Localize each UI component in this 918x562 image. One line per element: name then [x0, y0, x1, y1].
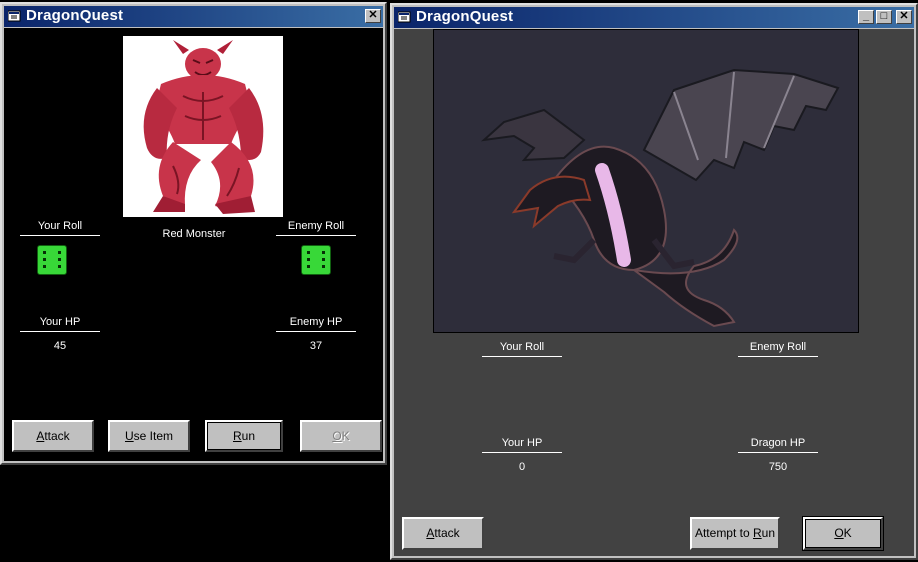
title-bar[interactable]: DragonQuest ✕ — [4, 6, 383, 27]
title-bar[interactable]: DragonQuest _ □ ✕ — [394, 7, 914, 28]
battle-window-right: DragonQuest _ □ ✕ Your Roll Enemy Roll Y… — [390, 3, 918, 560]
attack-button[interactable]: Attack — [402, 517, 484, 550]
run-button[interactable]: Run — [204, 419, 284, 453]
your-hp-value: 0 — [518, 461, 526, 473]
use-item-button[interactable]: Use Item — [108, 420, 190, 452]
battle-window-left: DragonQuest ✕ Your Roll Red Monster Enem… — [0, 2, 387, 465]
dragon-hp-label: Dragon HP — [750, 437, 806, 449]
window-title: DragonQuest — [416, 8, 514, 25]
divider — [738, 452, 818, 453]
monster-name-label: Red Monster — [162, 228, 226, 240]
dragon-hp-value: 750 — [768, 461, 788, 473]
close-icon[interactable]: ✕ — [365, 9, 381, 23]
enemy-roll-label: Enemy Roll — [287, 220, 345, 232]
client-area: Your Roll Enemy Roll Your HP Dragon HP 0… — [394, 29, 914, 556]
app-icon — [398, 11, 411, 23]
divider — [276, 331, 356, 332]
dragon-image — [433, 29, 859, 333]
ok-button[interactable]: OK — [300, 420, 382, 452]
minimize-icon[interactable]: _ — [858, 10, 874, 24]
close-icon[interactable]: ✕ — [896, 10, 912, 24]
window-title: DragonQuest — [26, 7, 124, 24]
your-hp-value: 45 — [53, 340, 67, 352]
maximize-icon[interactable]: □ — [876, 10, 892, 24]
die-icon — [301, 245, 331, 275]
divider — [20, 235, 100, 236]
monster-image — [123, 36, 283, 217]
enemy-hp-label: Enemy HP — [289, 316, 343, 328]
divider — [482, 356, 562, 357]
die-icon — [37, 245, 67, 275]
enemy-hp-value: 37 — [309, 340, 323, 352]
attack-button[interactable]: Attack — [12, 420, 94, 452]
client-area: Your Roll Red Monster Enemy Roll Your HP… — [4, 28, 383, 461]
app-icon — [8, 10, 21, 22]
your-roll-label: Your Roll — [499, 341, 545, 353]
enemy-roll-label: Enemy Roll — [749, 341, 807, 353]
attempt-to-run-button[interactable]: Attempt to Run — [690, 517, 780, 550]
your-roll-label: Your Roll — [37, 220, 83, 232]
divider — [738, 356, 818, 357]
divider — [482, 452, 562, 453]
divider — [276, 235, 356, 236]
ok-button[interactable]: OK — [802, 516, 884, 551]
your-hp-label: Your HP — [501, 437, 543, 449]
divider — [20, 331, 100, 332]
your-hp-label: Your HP — [39, 316, 81, 328]
